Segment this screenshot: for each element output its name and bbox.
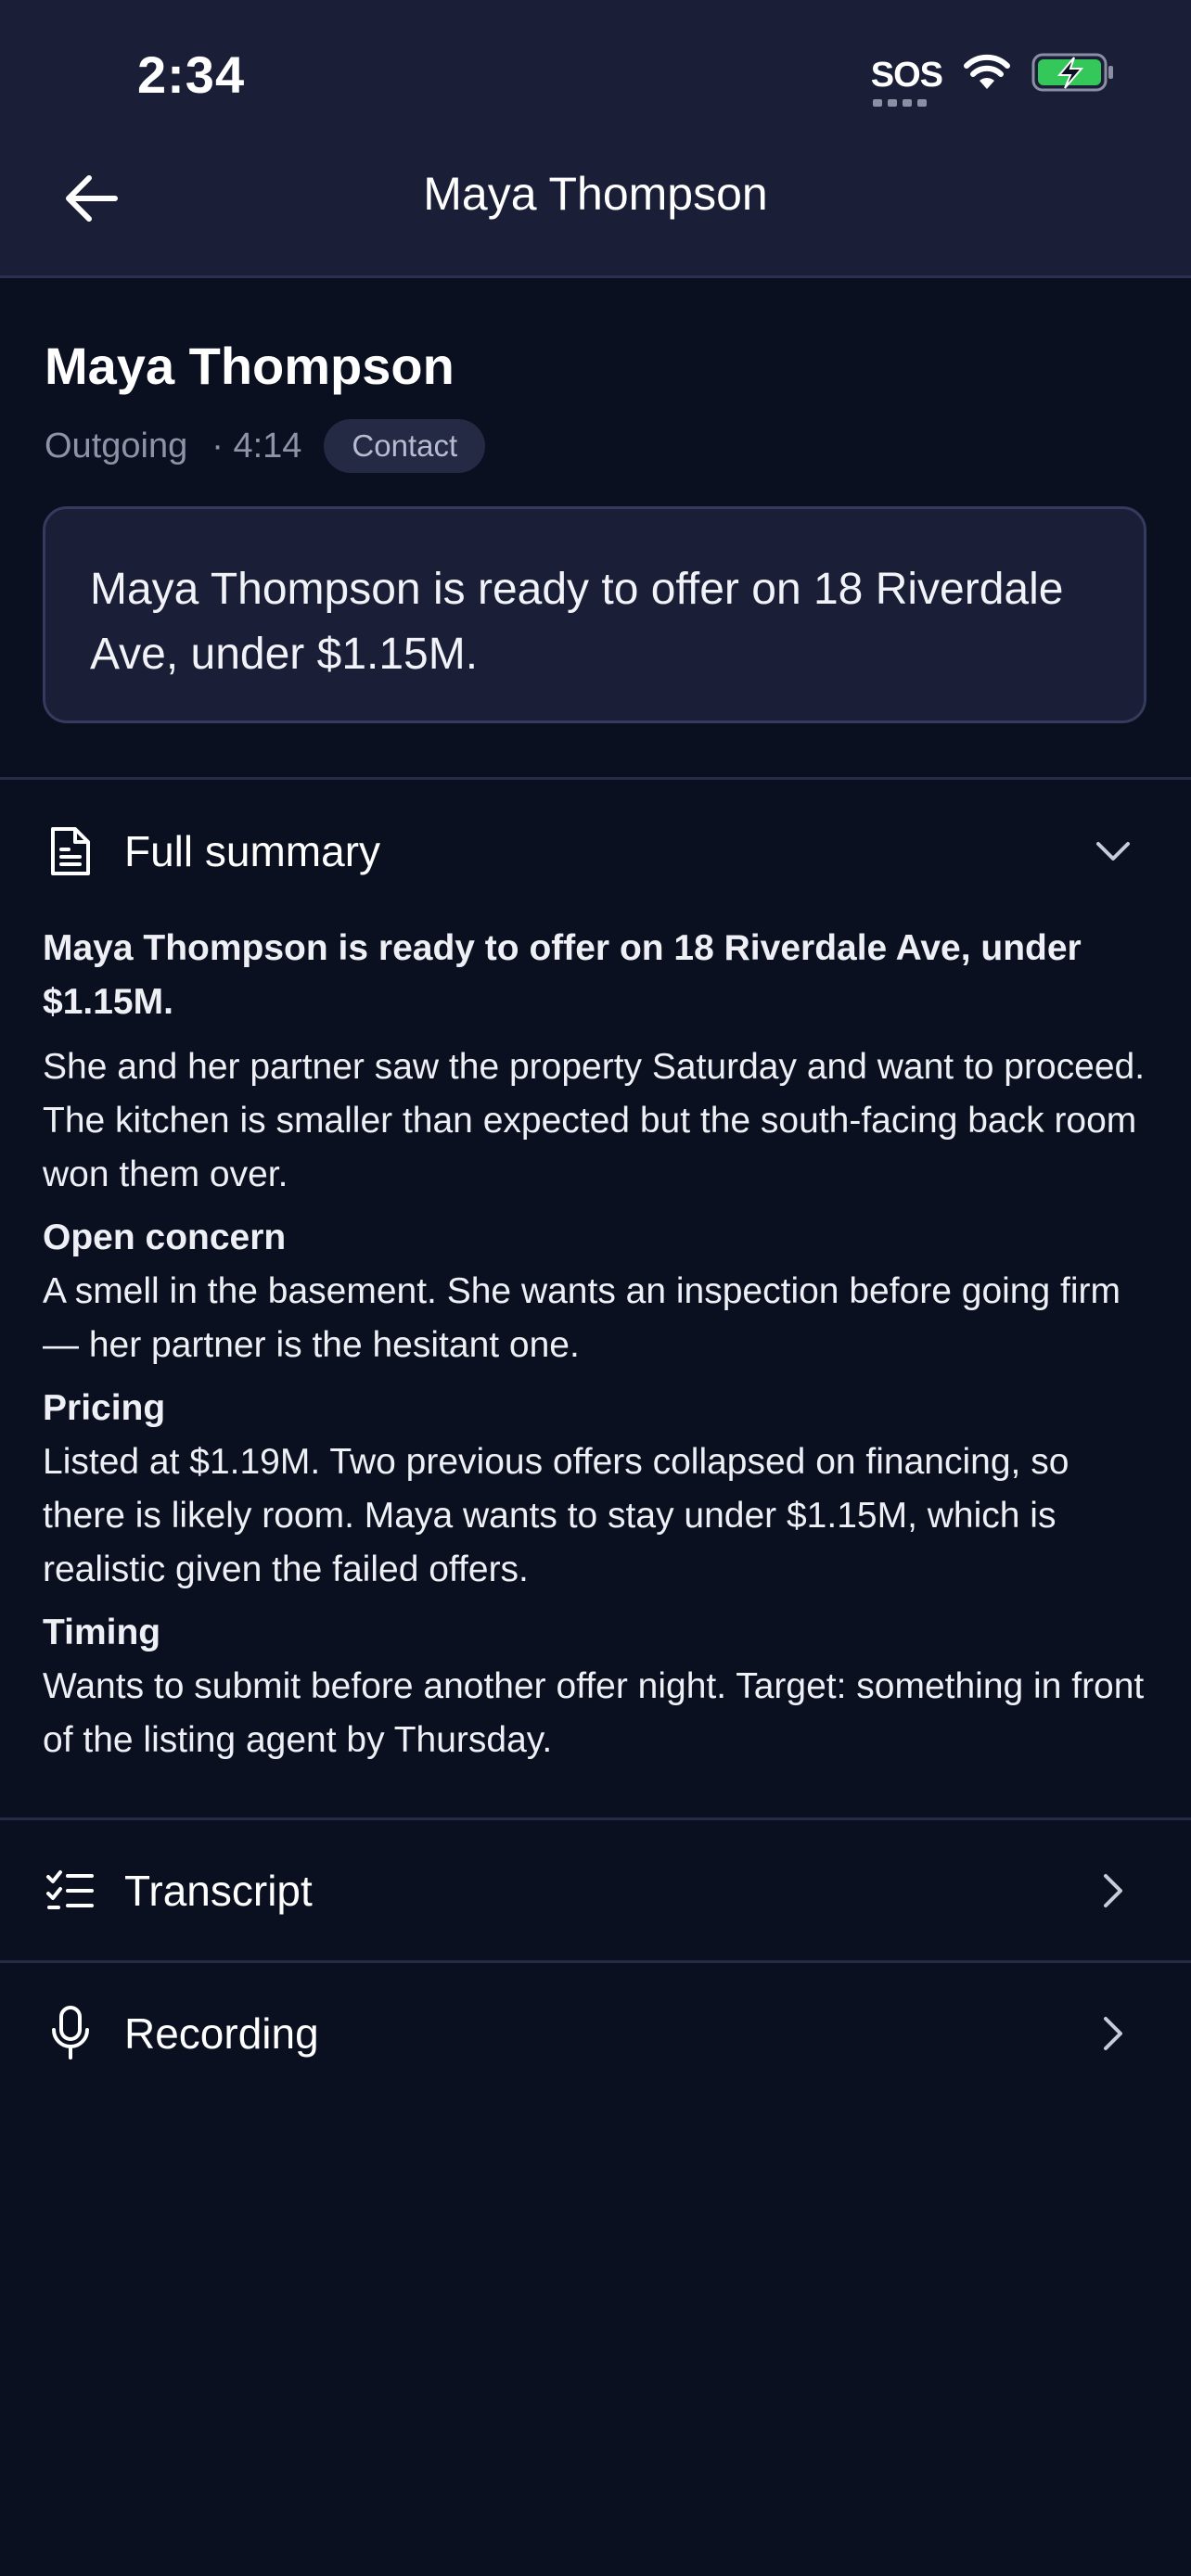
status-indicators: SOS [871, 52, 1115, 107]
call-direction: Outgoing [45, 426, 188, 465]
full-summary-body: Maya Thompson is ready to offer on 18 Ri… [43, 922, 1156, 1767]
full-summary-toggle[interactable]: Full summary [0, 796, 1191, 907]
document-icon [45, 823, 96, 879]
section-text-timing: Wants to submit before another offer nig… [43, 1666, 1145, 1760]
divider [0, 777, 1191, 780]
checklist-icon [45, 1863, 96, 1919]
status-time: 2:34 [137, 45, 246, 104]
section-title-timing: Timing [43, 1613, 161, 1652]
section-text-open-concern: A smell in the basement. She wants an in… [43, 1271, 1121, 1365]
header: 2:34 SOS Maya Thompson [0, 0, 1191, 278]
summary-headline: Maya Thompson is ready to offer on 18 Ri… [43, 928, 1082, 1022]
transcript-label: Transcript [124, 1867, 313, 1915]
transcript-row[interactable]: Transcript [0, 1835, 1191, 1946]
page-title: Maya Thompson [423, 168, 768, 220]
summary-intro: She and her partner saw the property Sat… [43, 1047, 1146, 1194]
full-summary-label: Full summary [124, 827, 381, 875]
divider [0, 1817, 1191, 1820]
recording-row[interactable]: Recording [0, 1978, 1191, 2089]
chevron-down-icon [1091, 829, 1135, 874]
wifi-icon [963, 54, 1011, 96]
contact-name: Maya Thompson [45, 337, 455, 395]
chevron-right-icon [1091, 1868, 1135, 1913]
sos-indicator: SOS [871, 57, 943, 107]
divider [0, 1960, 1191, 1963]
battery-charging-icon [1031, 52, 1115, 97]
chevron-right-icon [1091, 2011, 1135, 2056]
contact-chip[interactable]: Contact [324, 419, 486, 473]
call-duration: · 4:14 [211, 426, 302, 465]
section-title-open-concern: Open concern [43, 1218, 287, 1257]
recording-label: Recording [124, 2009, 319, 2058]
section-text-pricing: Listed at $1.19M. Two previous offers co… [43, 1442, 1069, 1589]
section-title-pricing: Pricing [43, 1388, 166, 1428]
call-meta: Outgoing · 4:14 Contact [45, 419, 486, 473]
microphone-icon [45, 2006, 96, 2061]
summary-card: Maya Thompson is ready to offer on 18 Ri… [43, 506, 1146, 723]
